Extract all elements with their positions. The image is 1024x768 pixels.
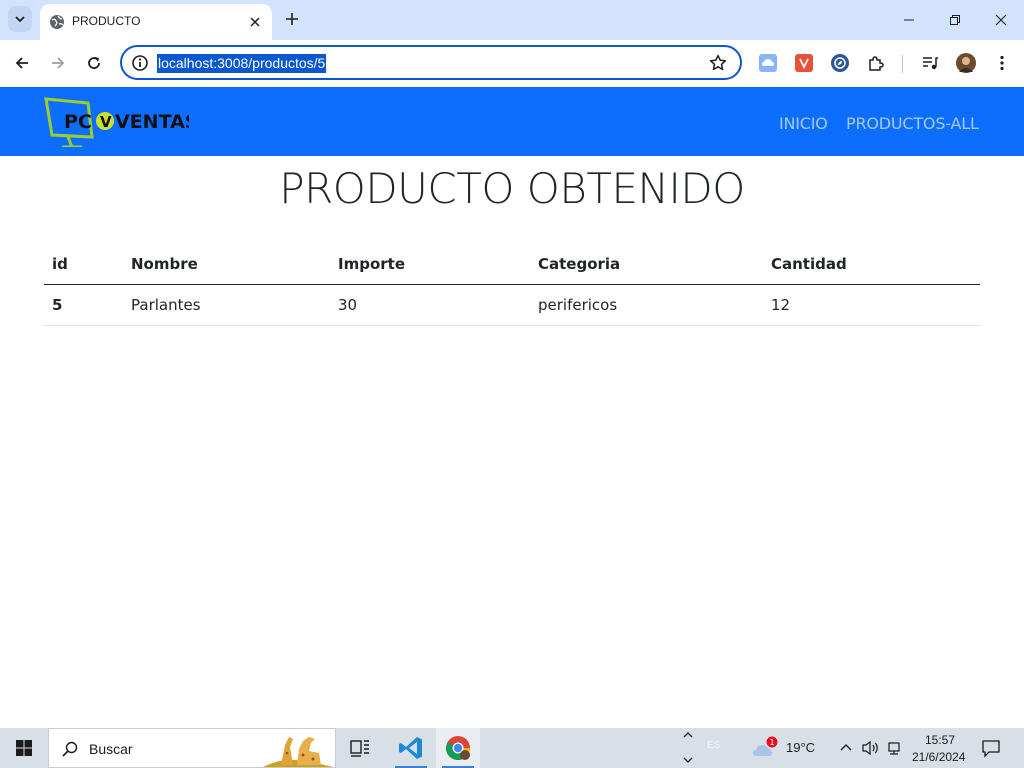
start-button[interactable] <box>0 728 48 768</box>
clock-time[interactable]: 15:57 <box>925 733 955 747</box>
tab-search-button[interactable] <box>8 6 32 32</box>
page-title: PRODUCTO OBTENIDO <box>279 164 745 213</box>
column-header-cantidad: Cantidad <box>763 244 980 285</box>
svg-text:PC: PC <box>64 111 92 133</box>
restore-icon <box>950 15 960 25</box>
chevron-up-icon <box>840 744 852 751</box>
forward-button[interactable] <box>46 51 70 75</box>
minimize-icon <box>904 19 914 21</box>
table-row: 5 Parlantes 30 perifericos 12 <box>44 284 980 326</box>
cell-nombre: Parlantes <box>123 284 330 326</box>
tab-title: PRODUCTO <box>72 14 141 28</box>
chat-bubble-icon <box>982 740 1000 758</box>
reload-button[interactable] <box>82 51 106 75</box>
clock-date[interactable]: 21/6/2024 <box>912 750 965 764</box>
weather-badge: 1 <box>769 738 774 747</box>
compass-extension-icon[interactable] <box>831 54 849 72</box>
weather-widget[interactable]: 1 <box>752 736 780 760</box>
close-icon <box>250 17 260 27</box>
cloud-weather-icon: 1 <box>753 736 778 756</box>
extensions-puzzle-icon[interactable] <box>867 54 885 72</box>
vscode-icon <box>399 737 422 759</box>
volume-button[interactable] <box>862 740 880 756</box>
reload-icon <box>88 57 100 69</box>
browser-menu-button[interactable] <box>993 54 1011 72</box>
notifications-button[interactable] <box>980 738 1002 758</box>
profile-avatar[interactable] <box>956 53 976 73</box>
taskbar-chrome[interactable] <box>436 728 480 768</box>
close-window-button[interactable] <box>978 0 1024 40</box>
kebab-menu-icon <box>1000 55 1004 71</box>
cell-categoria: perifericos <box>530 284 763 326</box>
column-header-nombre: Nombre <box>123 244 330 285</box>
cloud-extension-icon[interactable] <box>759 54 777 72</box>
arrow-left-icon <box>15 57 28 69</box>
close-icon <box>995 14 1007 26</box>
giraffe-illustration-icon <box>263 737 333 767</box>
show-hidden-icons[interactable] <box>838 740 854 756</box>
site-navbar: PC V VENTAS INICIO PRODUCTOS-ALL <box>0 87 1024 156</box>
speaker-icon <box>862 740 878 756</box>
product-table: id Nombre Importe Categoria Cantidad 5 P… <box>44 244 980 326</box>
bookmark-star-icon[interactable] <box>709 54 727 72</box>
language-indicator[interactable]: ES <box>707 740 720 751</box>
globe-icon <box>50 15 64 29</box>
task-view-button[interactable] <box>338 728 382 768</box>
cell-importe: 30 <box>330 284 530 326</box>
nav-link-inicio[interactable]: INICIO <box>779 114 828 133</box>
cell-cantidad: 12 <box>763 284 980 326</box>
cell-id: 5 <box>44 284 123 326</box>
restore-button[interactable] <box>932 0 978 40</box>
pc-ventas-logo[interactable]: PC V VENTAS <box>44 97 198 149</box>
taskbar-search-box[interactable]: Buscar <box>48 728 336 768</box>
svg-text:VENTAS: VENTAS <box>115 111 189 133</box>
browser-toolbar: localhost:3008/productos/5 <box>0 40 1024 87</box>
media-controls-icon[interactable] <box>921 54 939 72</box>
back-button[interactable] <box>10 51 34 75</box>
network-icon <box>888 742 900 755</box>
taskbar-search-placeholder: Buscar <box>89 741 133 757</box>
chevron-up-down-icon <box>683 732 693 763</box>
windows-taskbar: Buscar ES 1 19°C 15:57 21/6/2024 <box>0 728 1024 768</box>
chrome-icon <box>446 736 470 761</box>
tray-scroll[interactable] <box>680 728 696 768</box>
minimize-button[interactable] <box>886 0 932 40</box>
column-header-categoria: Categoria <box>530 244 763 285</box>
svg-text:V: V <box>100 113 112 131</box>
table-header-row: id Nombre Importe Categoria Cantidad <box>44 244 980 285</box>
plus-icon <box>286 13 298 25</box>
temperature[interactable]: 19°C <box>786 740 815 755</box>
column-header-id: id <box>44 244 123 285</box>
info-icon[interactable] <box>131 54 149 72</box>
taskbar-vscode[interactable] <box>389 728 433 768</box>
v-extension-icon[interactable] <box>795 54 813 72</box>
toolbar-divider <box>902 55 903 73</box>
column-header-importe: Importe <box>330 244 530 285</box>
task-view-icon <box>350 740 369 757</box>
network-button[interactable] <box>886 740 902 756</box>
search-icon <box>62 741 78 757</box>
chevron-down-icon <box>15 16 25 23</box>
browser-tab[interactable]: PRODUCTO <box>40 4 272 40</box>
browser-tab-strip: PRODUCTO <box>0 0 1024 40</box>
tab-close-button[interactable] <box>246 13 264 31</box>
new-tab-button[interactable] <box>282 9 302 29</box>
arrow-right-icon <box>52 57 65 69</box>
url-text[interactable]: localhost:3008/productos/5 <box>157 54 327 73</box>
windows-logo-icon <box>16 740 32 756</box>
address-bar[interactable]: localhost:3008/productos/5 <box>120 45 742 80</box>
nav-link-productos-all[interactable]: PRODUCTOS-ALL <box>846 114 979 133</box>
